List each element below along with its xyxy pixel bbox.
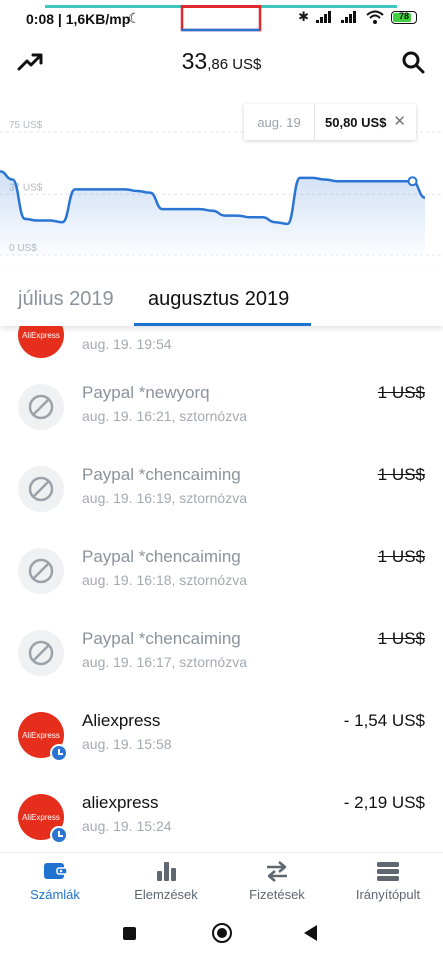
cancelled-icon [28,394,54,420]
moon-icon: ☾ [128,10,141,26]
transaction-list: AliExpress aug. 19. 19:54 Paypal *newyor… [0,326,443,852]
cancelled-icon [28,640,54,666]
search-icon[interactable] [399,48,427,76]
transaction-name: Aliexpress [82,711,161,730]
transaction-name: Paypal *chencaiming [82,465,241,484]
transaction-name: Paypal *chencaiming [82,547,241,566]
transaction-amount: - 2,19 US$ [343,793,425,812]
transaction-meta: aug. 19. 16:19, sztornózva [82,490,247,506]
transaction-row[interactable]: Paypal *newyorq aug. 19. 16:21, sztornóz… [0,367,443,449]
nav-dashboard[interactable]: Irányítópult [333,859,443,902]
transaction-amount: 1 US$ [377,629,425,648]
transaction-amount: 1 US$ [377,383,425,402]
color-strip-left [45,5,181,8]
recents-button[interactable] [123,927,136,940]
aliexpress-logo: AliExpress [18,712,68,762]
clock-icon [50,744,68,762]
cancelled-avatar [18,466,64,512]
bar-chart-icon [157,862,176,881]
transaction-amount: 1 US$ [377,547,425,566]
aliexpress-logo: AliExpress [18,326,64,358]
cancelled-icon [28,558,54,584]
nav-payments[interactable]: Fizetések [222,859,332,902]
cancelled-avatar [18,384,64,430]
transaction-row[interactable]: Paypal *chencaiming aug. 19. 16:17, szto… [0,613,443,695]
transaction-meta: aug. 19. 16:18, sztornózva [82,572,247,588]
bluetooth-icon: ✱ [298,9,309,24]
transaction-meta: aug. 19. 15:24 [82,818,172,834]
balance: 33,86 US$ [0,48,443,75]
transfer-arrows-icon [267,861,287,882]
back-button[interactable] [304,925,317,941]
color-strip-right [261,5,397,8]
wifi-icon [366,10,384,24]
tab-july-2019[interactable]: július 2019 [18,288,114,311]
month-tabs: július 2019 augusztus 2019 [0,270,443,326]
nav-label: Elemzések [134,887,198,902]
battery-icon: 78 [391,10,417,24]
status-icons: ✱ 78 [298,9,417,25]
tooltip-value: 50,80 US$ [325,114,387,130]
transaction-meta: aug. 19. 15:58 [82,736,172,752]
transaction-row[interactable]: Paypal *chencaiming aug. 19. 16:18, szto… [0,531,443,613]
cancelled-avatar [18,630,64,676]
transaction-amount: 1 US$ [377,465,425,484]
dashboard-icon [377,862,399,881]
battery-level: 78 [398,10,409,21]
cancelled-avatar [18,548,64,594]
system-navigation [0,908,443,960]
wallet-icon [44,863,68,879]
chart-y-tick-label: 75 US$ [9,120,43,131]
transaction-row[interactable]: Paypal *chencaiming aug. 19. 16:19, szto… [0,449,443,531]
cancelled-icon [28,476,54,502]
tab-august-2019[interactable]: augusztus 2019 [148,288,289,311]
transaction-row[interactable]: AliExpress aliexpress aug. 19. 15:24 - 2… [0,777,443,852]
app-header: 33,86 US$ [0,36,443,90]
close-icon[interactable]: ✕ [393,112,406,130]
tooltip-date: aug. 19 [257,114,301,130]
signal-icon-2 [341,11,359,23]
chart-area [0,171,425,255]
transaction-name: Paypal *newyorq [82,383,210,402]
transaction-name: aliexpress [82,793,159,812]
nav-accounts[interactable]: Számlák [0,859,110,902]
home-button[interactable] [212,923,232,943]
nav-label: Irányítópult [355,887,421,902]
clock-icon [50,826,68,844]
nav-label: Számlák [30,887,80,902]
transaction-meta: aug. 19. 19:54 [82,336,172,352]
nav-label: Fizetések [249,887,305,902]
chart-tooltip: aug. 19 50,80 US$ ✕ [244,104,416,140]
chart-selected-point[interactable] [407,176,418,187]
transaction-meta: aug. 19. 16:17, sztornózva [82,654,247,670]
transaction-meta: aug. 19. 16:21, sztornózva [82,408,247,424]
balance-sub: ,86 US$ [207,56,262,73]
bottom-navigation: Számlák Elemzések Fizetések Irányítópult [0,852,443,908]
status-time-speed: 0:08 | 1,6KB/mp [26,11,131,27]
balance-main: 33 [181,48,208,74]
transaction-row[interactable]: AliExpress Aliexpress aug. 19. 15:58 - 1… [0,695,443,777]
aliexpress-logo: AliExpress [18,794,68,844]
signal-icon-1 [316,11,334,23]
transaction-name: Paypal *chencaiming [82,629,241,648]
notch-outline [180,5,262,32]
nav-analytics[interactable]: Elemzések [111,859,221,902]
transaction-amount: - 1,54 US$ [343,711,425,730]
status-bar: 0:08 | 1,6KB/mp ☾ ✱ 78 [0,0,443,36]
